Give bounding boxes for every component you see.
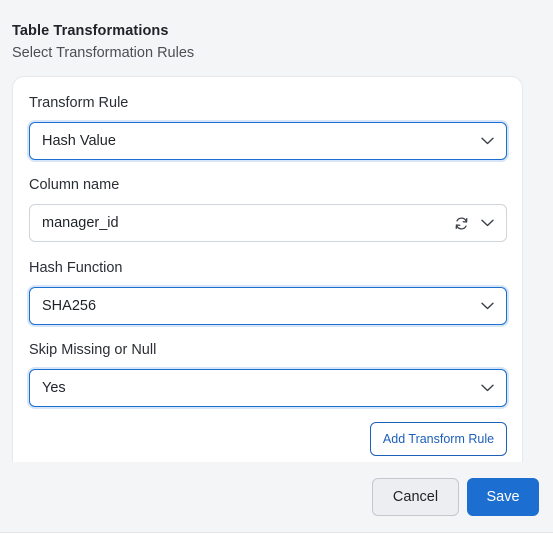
chevron-down-icon (480, 381, 494, 395)
skip-missing-select[interactable]: Yes (29, 369, 507, 407)
transform-rule-card: Transform Rule Hash Value Column name ma… (12, 76, 523, 462)
header-subtitle: Select Transformation Rules (12, 45, 195, 61)
cancel-button[interactable]: Cancel (372, 478, 459, 516)
column-name-select[interactable]: manager_id (29, 204, 507, 242)
skip-missing-label: Skip Missing or Null (29, 342, 157, 358)
transform-rule-value: Hash Value (42, 133, 116, 149)
hash-function-label: Hash Function (29, 260, 123, 276)
chevron-down-icon (480, 134, 494, 148)
hash-function-value: SHA256 (42, 298, 97, 314)
transform-rule-select[interactable]: Hash Value (29, 122, 507, 160)
chevron-down-icon (480, 299, 494, 313)
refresh-icon[interactable] (453, 215, 469, 231)
add-transform-rule-button[interactable]: Add Transform Rule (370, 422, 507, 456)
chevron-down-icon (480, 216, 494, 230)
header-title: Table Transformations (12, 23, 169, 39)
transform-rule-label: Transform Rule (29, 95, 129, 111)
bottom-divider (0, 532, 553, 545)
save-button[interactable]: Save (467, 478, 539, 516)
column-name-label: Column name (29, 177, 120, 193)
column-name-value: manager_id (42, 215, 119, 231)
hash-function-select[interactable]: SHA256 (29, 287, 507, 325)
skip-missing-value: Yes (42, 380, 66, 396)
